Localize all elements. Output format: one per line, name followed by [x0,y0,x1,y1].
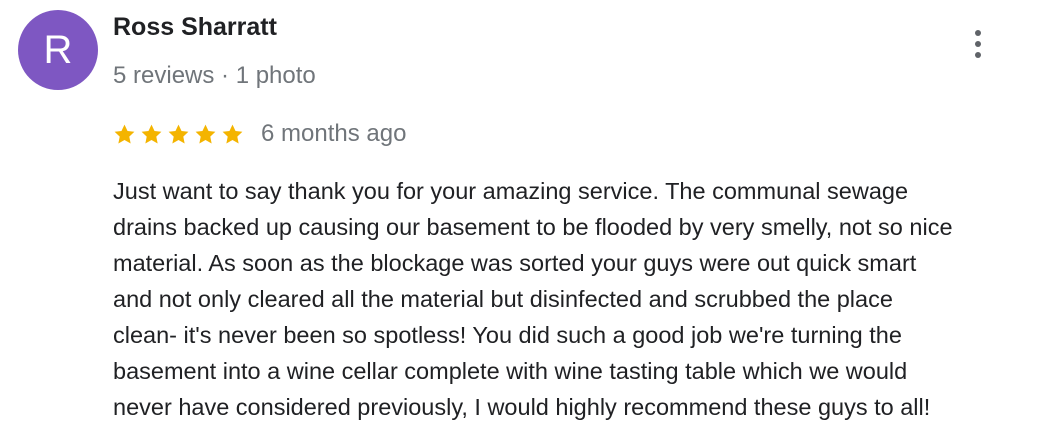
rating-row: 6 months ago [112,120,406,148]
star-rating [112,122,245,147]
review-date: 6 months ago [261,120,407,147]
reviewer-name[interactable]: Ross Sharratt [113,13,277,42]
star-icon [193,122,218,147]
star-icon [166,122,191,147]
star-icon [112,122,137,147]
more-vert-icon-dot [975,41,981,47]
more-vert-icon-dot [975,52,981,58]
star-icon [220,122,245,147]
avatar-letter: R [43,27,73,72]
avatar[interactable]: R [18,10,98,90]
more-options-button[interactable] [960,24,996,64]
review-card: R Ross Sharratt 5 reviews · 1 photo 6 mo… [0,0,1052,440]
reviewer-meta: 5 reviews · 1 photo [113,62,316,89]
more-vert-icon [975,30,981,36]
review-text: Just want to say thank you for your amaz… [113,178,953,420]
star-icon [139,122,164,147]
